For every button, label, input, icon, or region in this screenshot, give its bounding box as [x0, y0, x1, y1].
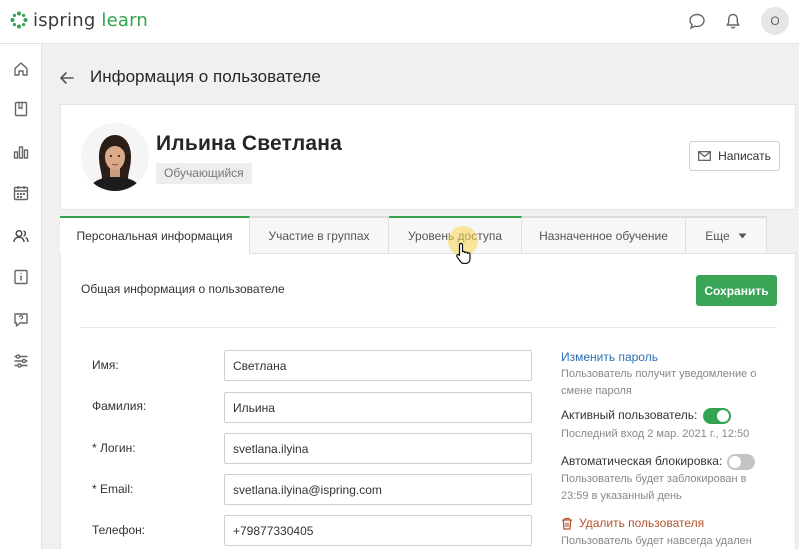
page-title: Информация о пользователе	[90, 67, 321, 86]
tab-label: Персональная информация	[76, 228, 233, 243]
tab-groups[interactable]: Участие в группах	[250, 216, 389, 254]
user-initial: O	[770, 14, 780, 28]
top-bar: ispring learn O	[0, 0, 799, 44]
bell-icon[interactable]	[722, 10, 744, 32]
email-input[interactable]	[224, 474, 532, 505]
divider	[81, 327, 777, 328]
logo-text: ispring learn	[33, 9, 148, 31]
app-logo[interactable]: ispring learn	[10, 9, 148, 31]
save-button[interactable]: Сохранить	[696, 275, 777, 306]
bar-chart-icon[interactable]	[7, 138, 35, 166]
tab-personal-info[interactable]: Персональная информация	[60, 216, 250, 254]
users-icon[interactable]	[7, 222, 35, 250]
user-avatar[interactable]: O	[761, 7, 789, 35]
last-login-text: Последний вход 2 мар. 2021 г., 12:50	[561, 428, 750, 440]
first-name-label: Имя:	[92, 358, 119, 372]
chat-icon[interactable]	[686, 10, 708, 32]
tab-label: Участие в группах	[268, 228, 370, 243]
write-message-label: Написать	[718, 149, 771, 163]
toggle-knob	[717, 410, 729, 422]
calendar-icon[interactable]	[7, 179, 35, 207]
tab-bar-spacer	[767, 216, 796, 254]
user-name: Ильина Светлана	[156, 132, 343, 155]
personal-info-panel: Общая информация о пользователе Сохранит…	[60, 254, 796, 549]
sidebar	[0, 44, 42, 549]
tab-label: Еще	[705, 228, 730, 243]
change-password-note: Пользователь получит уведомление о смене…	[561, 368, 757, 397]
active-user-toggle[interactable]	[703, 408, 731, 424]
delete-user-link[interactable]: Удалить пользователя	[561, 516, 704, 530]
user-photo	[81, 123, 149, 191]
last-name-input[interactable]	[224, 392, 532, 423]
write-message-button[interactable]: Написать	[689, 141, 780, 171]
delete-user-note: Пользователь будет навсегда удален из	[561, 535, 752, 547]
auto-block-note: Пользователь будет заблокирован в 23:59 …	[561, 473, 747, 502]
last-name-label: Фамилия:	[92, 399, 147, 413]
delete-user-label: Удалить пользователя	[579, 516, 705, 530]
profile-tabs: Персональная информация Участие в группа…	[60, 216, 796, 254]
home-icon[interactable]	[7, 55, 35, 83]
envelope-icon	[698, 151, 712, 161]
role-badge: Обучающийся	[156, 163, 252, 184]
hand-pointer-icon	[456, 242, 471, 264]
active-user-label: Активный пользователь:	[561, 408, 698, 422]
logo-mark-icon	[10, 11, 28, 29]
phone-input[interactable]	[224, 515, 532, 546]
chevron-down-icon	[738, 233, 747, 238]
email-label: * Email:	[92, 482, 134, 496]
toggle-knob	[729, 456, 741, 468]
change-password-link[interactable]: Изменить пароль	[561, 350, 658, 364]
trash-icon	[562, 517, 572, 530]
tab-more[interactable]: Еще	[686, 216, 767, 254]
help-chat-icon[interactable]	[7, 306, 35, 334]
section-title: Общая информация о пользователе	[81, 282, 285, 296]
phone-label: Телефон:	[92, 523, 146, 537]
auto-block-toggle[interactable]	[727, 454, 755, 470]
login-input[interactable]	[224, 433, 532, 464]
info-card-icon[interactable]	[7, 263, 35, 291]
tab-label: Назначенное обучение	[539, 228, 668, 243]
tab-assigned-training[interactable]: Назначенное обучение	[522, 216, 686, 254]
settings-sliders-icon[interactable]	[7, 347, 35, 375]
profile-card: Ильина Светлана Обучающийся Написать	[60, 104, 796, 210]
first-name-input[interactable]	[224, 350, 532, 381]
login-label: * Логин:	[92, 441, 136, 455]
auto-block-label: Автоматическая блокировка:	[561, 454, 723, 468]
book-icon[interactable]	[7, 95, 35, 123]
back-arrow-icon[interactable]	[58, 69, 76, 87]
